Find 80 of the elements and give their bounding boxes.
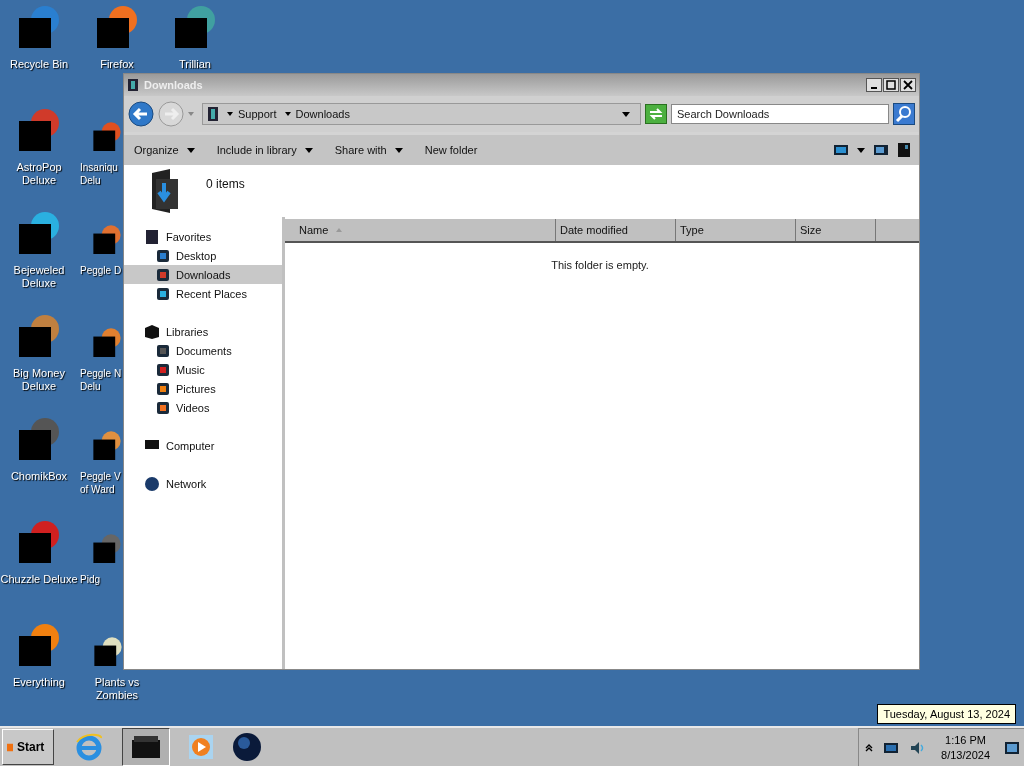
start-button[interactable]: Start (2, 729, 54, 765)
nav-item[interactable]: Downloads (124, 265, 282, 284)
column-header[interactable]: Size (796, 219, 876, 241)
item-count: 0 items (206, 177, 245, 191)
nav-item[interactable]: Desktop (124, 246, 282, 265)
taskbar-button[interactable] (122, 728, 170, 766)
nav-item[interactable]: Documents (124, 341, 282, 360)
icon-label: Peggle D (80, 264, 122, 277)
icon-label: Pidg (80, 573, 100, 586)
nav-item[interactable]: Favorites (124, 227, 282, 246)
sort-arrow-icon (336, 228, 343, 232)
monitor-icon[interactable] (883, 740, 900, 755)
icon-label: Everything (13, 676, 65, 689)
icon-label: Recycle Bin (9, 58, 69, 71)
column-header[interactable]: Name (285, 219, 556, 241)
empty-message: This folder is empty. (550, 259, 650, 271)
icon-label: Plants vs Zombies (94, 676, 140, 702)
icon-label: Chuzzle Deluxe (0, 573, 78, 586)
media-player-icon[interactable] (188, 734, 214, 760)
address-bar[interactable]: Support Downloads (202, 103, 641, 125)
caret-icon (186, 147, 195, 153)
app-icon[interactable] (17, 622, 61, 666)
clock[interactable]: 1:16 PM 8/13/2024 (941, 732, 990, 763)
nav-item[interactable]: Computer (124, 436, 282, 455)
column-header[interactable]: Date modified (556, 219, 676, 241)
icon-label: Insaniqu Delu (80, 161, 118, 187)
nav-item[interactable]: Recent Places (124, 284, 282, 303)
search-icon[interactable] (893, 103, 915, 125)
app-icon[interactable] (93, 636, 123, 666)
icon-label: Bejeweled Deluxe (13, 264, 65, 290)
toolbar-button[interactable]: Include in library (212, 142, 317, 158)
show-desktop-icon[interactable] (1004, 740, 1020, 755)
refresh-button[interactable] (645, 104, 667, 124)
toolbar-button[interactable]: Share with (330, 142, 407, 158)
icon-label: Peggle V of Ward (80, 470, 121, 496)
maximize-button[interactable] (883, 78, 899, 92)
nav-item[interactable]: Libraries (124, 322, 282, 341)
breadcrumb-item[interactable]: Downloads (295, 108, 350, 120)
search-field[interactable]: Search Downloads (671, 104, 889, 124)
minimize-button[interactable] (866, 78, 882, 92)
toolbar-button[interactable]: New folder (420, 142, 482, 158)
app-icon[interactable] (17, 313, 61, 357)
icon-label: Firefox (100, 58, 134, 71)
preview-pane-icon[interactable] (873, 143, 889, 157)
icon-label: Trillian (179, 58, 211, 71)
icon-label: Peggle N Delu (80, 367, 122, 393)
app-icon[interactable] (92, 224, 122, 254)
minimize-icon (871, 87, 877, 89)
column-header[interactable]: Type (676, 219, 796, 241)
help-icon[interactable] (897, 142, 911, 158)
chevron-icon[interactable] (865, 743, 874, 752)
nav-item[interactable]: Music (124, 360, 282, 379)
icon-label: Big Money Deluxe (13, 367, 65, 393)
app-icon[interactable] (95, 4, 139, 48)
globe-icon[interactable] (232, 732, 262, 762)
close-icon (903, 80, 913, 90)
app-icon[interactable] (17, 210, 61, 254)
caret-icon (304, 147, 313, 153)
caret-icon[interactable] (284, 112, 291, 116)
caret-icon[interactable] (857, 147, 865, 153)
window-title: Downloads (144, 79, 203, 91)
nav-item[interactable]: Pictures (124, 379, 282, 398)
app-icon[interactable] (92, 430, 122, 460)
nav-item[interactable]: Videos (124, 398, 282, 417)
caret-icon (394, 147, 403, 153)
caret-icon[interactable] (227, 112, 233, 116)
view-icon[interactable] (833, 143, 849, 157)
app-icon[interactable] (92, 327, 122, 357)
breadcrumb-item[interactable]: Support (238, 108, 277, 120)
nav-item[interactable]: Network (124, 474, 282, 493)
icon-label: AstroPop Deluxe (16, 161, 62, 187)
caret-icon[interactable] (622, 111, 630, 117)
icon-label: ChomikBox (10, 470, 68, 483)
app-icon[interactable] (173, 4, 217, 48)
tooltip: Tuesday, August 13, 2024 (877, 704, 1016, 724)
close-button[interactable] (900, 78, 916, 92)
back-button[interactable] (128, 101, 154, 127)
toolbar-button[interactable]: Organize (130, 142, 199, 158)
maximize-icon (886, 80, 896, 90)
start-icon (7, 742, 13, 752)
